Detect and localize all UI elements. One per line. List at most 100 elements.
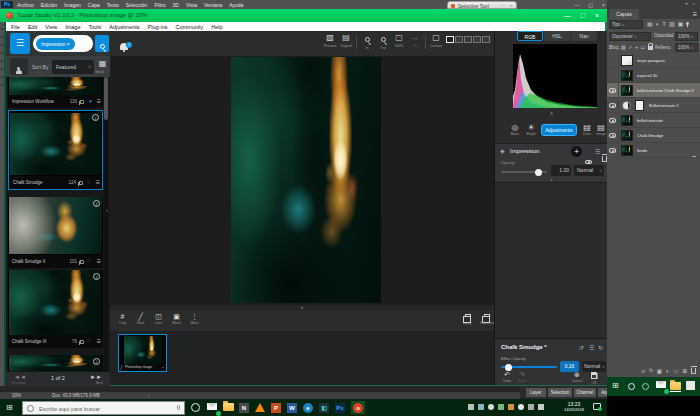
color-button[interactable]: ▤Color [580, 123, 594, 136]
eye-icon[interactable] [609, 88, 616, 93]
taskview-icon-2[interactable] [642, 381, 653, 392]
preview-button[interactable]: ▧Preview [324, 33, 336, 48]
basic-button[interactable]: ◎Basic [507, 123, 523, 136]
topaz-window-controls[interactable]: —□× [564, 9, 599, 22]
view-mode-buttons[interactable] [446, 36, 490, 43]
impression-opacity-slider[interactable] [501, 171, 547, 173]
layer-opacity-select[interactable]: 100% ∨ [675, 32, 698, 41]
heart-icon[interactable]: ♡ [88, 258, 92, 264]
impression-menu-icon[interactable]: ☰ [595, 148, 600, 155]
heal-button[interactable]: ╱Heal [134, 312, 147, 325]
layer-mask-icon[interactable]: ▣ [657, 368, 662, 374]
thumbsup-icon[interactable] [80, 100, 84, 104]
info-icon[interactable]: i [92, 114, 99, 121]
vlc-icon[interactable] [255, 401, 267, 414]
tray-icon[interactable] [508, 404, 514, 410]
canvas-image[interactable] [231, 57, 381, 303]
next-page-icon[interactable]: ►► [90, 374, 102, 380]
filmstrip-thumbnail[interactable]: Photoshop image ╱ ◔ [118, 334, 167, 372]
adjustments-button[interactable]: Adjustments [541, 124, 577, 136]
tz-menu-file[interactable]: File [11, 24, 20, 30]
filter-type-icon[interactable]: T [662, 21, 666, 27]
search-input[interactable]: Impression × [33, 35, 93, 52]
ps-menu-seleccion[interactable]: Selección [126, 2, 148, 8]
selective-tool-window[interactable]: Selective Tool − × [447, 1, 517, 9]
start-button[interactable]: ⊞ [6, 403, 15, 412]
ps-menu-texto[interactable]: Texto [107, 2, 119, 8]
ps-menu-ayuda[interactable]: Ayuda [229, 2, 243, 8]
ps-zoom-level[interactable]: 20% [12, 393, 21, 398]
thumbsup-icon[interactable] [80, 260, 84, 264]
tz-menu-tools[interactable]: Tools [88, 24, 101, 30]
notification-center-icon[interactable] [593, 403, 601, 410]
impression-collapse-chevron[interactable]: ∨ [495, 177, 608, 182]
zoom-out-button[interactable]: Out [377, 33, 389, 50]
lock-transparent-icon[interactable]: ▨ [621, 44, 626, 50]
image-button[interactable]: ▤Image [594, 123, 608, 136]
tz-menu-view[interactable]: View [45, 24, 57, 30]
layer-filter-select[interactable]: Tipo ∨ [609, 20, 643, 29]
impression-toggle-icon[interactable]: ◈ [500, 147, 505, 154]
selection-tab-button[interactable]: Selection [548, 388, 572, 397]
layer-row-brillo-chalk-2[interactable]: brillo/contraste Chalk Smudge II [607, 83, 700, 98]
layer-row-brillo-1[interactable]: Brillo/contraste 1 [607, 98, 700, 113]
active-app-icon[interactable]: o [351, 401, 365, 414]
ps-menu-3d[interactable]: 3D [173, 2, 179, 8]
tab-hsl[interactable]: HSL [544, 31, 570, 41]
mail-icon-2[interactable] [656, 381, 667, 392]
mail-icon[interactable] [207, 401, 219, 414]
impression-opacity-value[interactable]: 1.00 [551, 165, 571, 176]
heart-icon[interactable]: ♥ [89, 98, 92, 104]
lock-all-icon[interactable] [648, 44, 653, 51]
tab-rgb[interactable]: RGB [517, 31, 543, 41]
info-icon[interactable]: i [93, 358, 100, 365]
search-icon[interactable] [95, 35, 109, 52]
filter-image-icon[interactable]: ▤ [647, 20, 653, 27]
tz-menu-adjustments[interactable]: Adjustments [109, 24, 139, 30]
filter-smart-icon[interactable]: ▣ [678, 20, 684, 27]
new-group-icon[interactable]: ▭ [673, 368, 678, 374]
word-icon[interactable]: W [287, 401, 299, 414]
preset-card-chalk-smudge[interactable]: i Chalk Smudge 124 ♡ ☰ [8, 110, 103, 190]
cortana-icon-2[interactable] [628, 381, 639, 392]
effect-menu-icon[interactable]: ☰ [589, 344, 594, 351]
sidebar-collapse-arrow[interactable]: ‹ [106, 207, 108, 213]
layer-row-brillo[interactable]: brillo/contraste [607, 113, 700, 128]
eye-icon[interactable] [609, 133, 616, 138]
selective-tool-controls[interactable]: − × [502, 3, 514, 8]
delete-layer-icon[interactable] [691, 367, 696, 375]
eye-icon[interactable] [609, 103, 616, 108]
ps-menu-edicion[interactable]: Edición [41, 2, 57, 8]
bright-button[interactable]: ☀Bright [523, 123, 539, 136]
explorer-icon[interactable] [223, 401, 235, 414]
layer-tab-button[interactable]: Layer [526, 388, 546, 397]
powerpoint-icon[interactable]: P [271, 401, 283, 414]
original-button[interactable]: ▤Original [340, 33, 352, 48]
ps-menu-ventana[interactable]: Ventana [204, 2, 222, 8]
explorer-icon-2[interactable] [670, 381, 681, 392]
channel-tab-button[interactable]: Channel [574, 388, 596, 397]
tz-menu-help[interactable]: Help [211, 24, 222, 30]
impression-add-button[interactable]: + [571, 146, 582, 157]
tz-menu-plugins[interactable]: Plug-ins [148, 24, 168, 30]
taskbar-search[interactable]: Escribe aquí para buscar [22, 401, 185, 415]
tray-icon[interactable] [528, 404, 534, 410]
tray-icon[interactable] [468, 404, 474, 410]
filter-adjust-icon[interactable]: ◐ [656, 21, 660, 27]
link-layers-icon[interactable]: ∞ [641, 368, 645, 374]
heart-icon[interactable]: ♡ [87, 179, 91, 185]
cancel-button[interactable]: ⊗Cancel [569, 371, 585, 383]
photoshop-icon[interactable]: Ps [335, 401, 347, 414]
filter-pin-icon[interactable] [686, 21, 689, 27]
thumbsup-icon[interactable] [79, 181, 83, 185]
redo-button[interactable]: ↷Redo [515, 371, 529, 383]
tray-icon[interactable] [488, 404, 494, 410]
blend-mode-select[interactable]: Oscurecer ∨ [609, 32, 651, 41]
sort-select[interactable]: Featured∨ [52, 60, 94, 74]
card-menu-icon[interactable]: ☰ [97, 258, 101, 264]
effect-opacity-slider[interactable] [501, 366, 557, 368]
crop-button[interactable]: #Crop [116, 312, 129, 325]
layer-fx-icon[interactable]: fx [649, 368, 653, 373]
eye-icon[interactable] [609, 118, 616, 123]
thumbsup-icon[interactable] [80, 340, 84, 344]
